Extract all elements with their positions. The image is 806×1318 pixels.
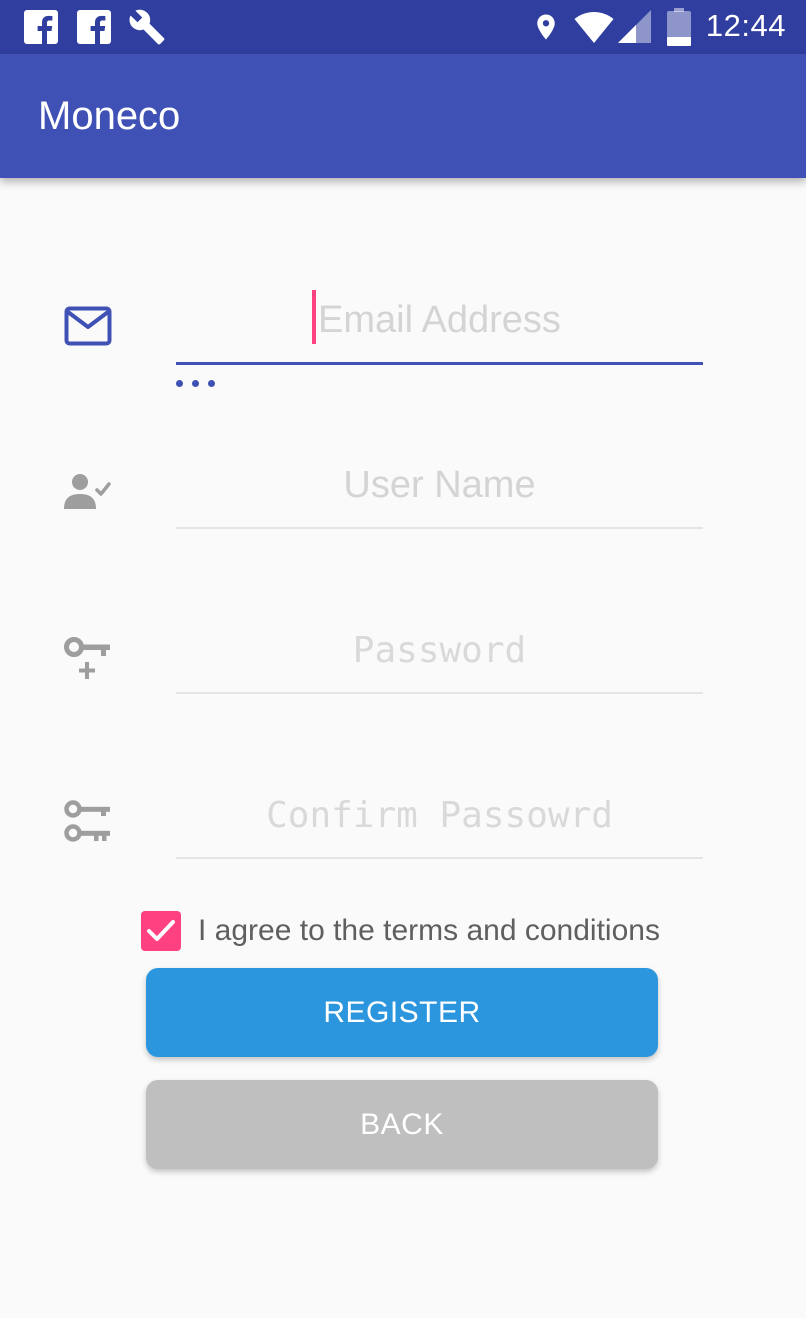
app-bar: Moneco — [0, 54, 806, 178]
password-input[interactable] — [176, 620, 703, 680]
text-caret — [312, 290, 316, 344]
status-bar: 12:44 — [0, 0, 806, 54]
app-title: Moneco — [38, 94, 181, 138]
email-underline — [176, 362, 703, 365]
username-input[interactable] — [176, 455, 703, 515]
register-button[interactable]: REGISTER — [146, 968, 658, 1057]
status-time: 12:44 — [705, 8, 786, 43]
location-icon — [537, 14, 555, 40]
battery-icon — [667, 8, 691, 46]
signal-icon — [618, 10, 651, 43]
check-icon — [147, 920, 175, 941]
keys-icon — [64, 800, 110, 842]
user-check-icon — [64, 474, 111, 509]
confirm-password-input[interactable] — [176, 785, 703, 845]
email-input[interactable] — [176, 290, 703, 350]
confirm-password-underline — [176, 857, 703, 859]
terms-checkbox[interactable] — [141, 911, 181, 951]
username-underline — [176, 527, 703, 529]
key-plus-icon — [64, 637, 110, 679]
typing-indicator-dots — [176, 380, 215, 387]
terms-checkbox-row[interactable]: I agree to the terms and conditions — [141, 911, 660, 951]
password-underline — [176, 692, 703, 694]
facebook-icon — [77, 10, 111, 44]
facebook-icon — [24, 10, 58, 44]
wifi-icon — [574, 12, 614, 43]
email-icon — [64, 306, 112, 346]
wrench-icon — [129, 9, 165, 45]
terms-label: I agree to the terms and conditions — [198, 914, 660, 947]
back-button[interactable]: BACK — [146, 1080, 658, 1169]
